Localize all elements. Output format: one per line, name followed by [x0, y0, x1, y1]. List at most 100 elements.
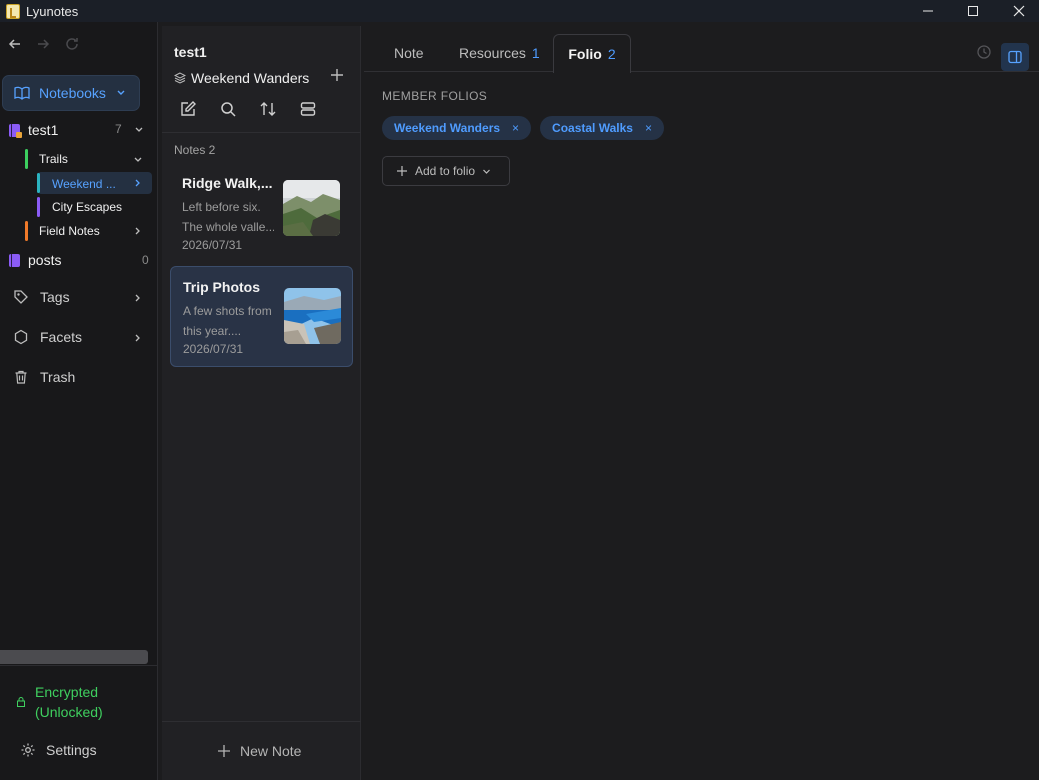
- book-open-icon: [14, 86, 30, 100]
- maximize-icon: [968, 6, 978, 16]
- tab-count: 2: [607, 46, 616, 62]
- sidebar-item-trash[interactable]: Trash: [12, 369, 75, 385]
- tree-item-label: posts: [28, 252, 62, 268]
- sidebar-item-label: Tags: [40, 289, 70, 305]
- section-heading: MEMBER FOLIOS: [382, 89, 488, 103]
- edit-icon[interactable]: [179, 100, 197, 118]
- tree-item-label: Weekend ...: [52, 177, 116, 191]
- refresh-icon[interactable]: [64, 36, 80, 52]
- title-bar: Lyunotes: [0, 0, 1039, 22]
- folio-color-bar: [37, 197, 40, 217]
- chevron-right-icon[interactable]: [134, 333, 142, 343]
- sort-icon[interactable]: [259, 100, 277, 118]
- minimize-icon: [923, 10, 933, 12]
- chevron-down-icon: [483, 169, 490, 174]
- remove-chip-icon[interactable]: ×: [512, 121, 519, 135]
- tree-item-city-escapes[interactable]: City Escapes: [52, 200, 122, 214]
- forward-arrow-icon[interactable]: [36, 37, 50, 51]
- tab-resources[interactable]: Resources 1: [459, 34, 540, 72]
- sidebar-item-tags[interactable]: Tags: [12, 289, 70, 305]
- layers-icon: [174, 72, 186, 84]
- note-snippet-line: The whole valle...: [182, 220, 274, 234]
- divider: [162, 132, 361, 133]
- note-count: 7: [115, 122, 122, 136]
- tag-icon: [14, 290, 28, 304]
- main-panel: Note Resources 1 Folio 2 MEMBER FOLIOS W…: [364, 26, 1039, 780]
- encryption-status-line2: (Unlocked): [35, 704, 103, 720]
- sidebar-item-facets[interactable]: Facets: [12, 329, 82, 345]
- note-snippet: A few shots from this year....: [183, 301, 275, 341]
- folio-chip[interactable]: Weekend Wanders ×: [382, 116, 532, 140]
- add-folio-plus-icon[interactable]: [330, 68, 344, 82]
- remove-chip-icon[interactable]: ×: [645, 121, 652, 135]
- chevron-right-icon[interactable]: [134, 293, 142, 303]
- toggle-panel-button[interactable]: [1001, 43, 1029, 71]
- note-card[interactable]: Ridge Walk,... Left before six. The whol…: [170, 163, 353, 264]
- tab-folio[interactable]: Folio 2: [553, 34, 631, 73]
- chevron-down-icon: [117, 90, 125, 95]
- tree-item-trails[interactable]: Trails: [39, 152, 68, 166]
- tab-label: Folio: [568, 46, 602, 62]
- history-icon[interactable]: [976, 44, 992, 60]
- chevron-right-icon[interactable]: [134, 178, 142, 188]
- history-nav: [8, 36, 80, 52]
- close-icon: [1013, 5, 1025, 17]
- chevron-down-icon[interactable]: [134, 125, 144, 135]
- close-button[interactable]: [996, 0, 1039, 22]
- note-snippet-line: A few shots from: [183, 304, 272, 318]
- tree-item-label: Trails: [39, 152, 68, 166]
- note-date: 2026/07/31: [183, 342, 244, 356]
- back-arrow-icon[interactable]: [8, 37, 22, 51]
- lock-badge-icon: [16, 131, 22, 138]
- gear-icon: [21, 743, 35, 757]
- sidebar-scrollbar[interactable]: [0, 650, 148, 664]
- note-list-toolbar: [179, 100, 317, 118]
- tree-item-weekend[interactable]: Weekend ...: [52, 177, 116, 191]
- fjord-landscape-image: [284, 288, 341, 344]
- current-folio[interactable]: Weekend Wanders: [174, 70, 309, 86]
- chevron-right-icon[interactable]: [134, 226, 142, 236]
- window-title: Lyunotes: [26, 3, 79, 19]
- maximize-button[interactable]: [950, 0, 996, 22]
- notes-count: Notes 2: [174, 143, 216, 157]
- mountain-landscape-image: [283, 180, 340, 236]
- settings-button[interactable]: Settings: [20, 742, 97, 758]
- tree-item-label: Field Notes: [39, 224, 100, 238]
- new-note-button[interactable]: New Note: [218, 743, 301, 759]
- view-toggle-icon[interactable]: [299, 100, 317, 118]
- folio-chip[interactable]: Coastal Walks ×: [540, 116, 664, 140]
- minimize-button[interactable]: [905, 0, 951, 22]
- folio-chip-label: Weekend Wanders: [394, 121, 501, 135]
- chevron-down-icon[interactable]: [133, 155, 143, 165]
- plus-icon: [397, 166, 407, 176]
- hexagon-icon: [14, 329, 28, 345]
- encryption-status-line1: Encrypted: [35, 684, 99, 700]
- tree-item-field-notes[interactable]: Field Notes: [39, 224, 100, 238]
- divider: [162, 721, 361, 722]
- add-to-folio-button[interactable]: Add to folio: [382, 156, 510, 186]
- folio-chip-list: Weekend Wanders × Coastal Walks ×: [382, 116, 664, 140]
- notebook-title: test1: [174, 44, 207, 60]
- add-to-folio-label: Add to folio: [415, 164, 476, 178]
- note-snippet-line: this year....: [183, 324, 242, 338]
- tree-item-posts[interactable]: posts: [9, 252, 61, 268]
- tab-note[interactable]: Note: [394, 34, 424, 72]
- tab-count: 1: [531, 45, 540, 61]
- note-thumbnail: [284, 288, 341, 344]
- note-date: 2026/07/31: [182, 238, 243, 252]
- note-title: Trip Photos: [183, 279, 260, 295]
- tree-item-test1[interactable]: test1: [9, 122, 58, 138]
- sidebar-item-label: Facets: [40, 329, 83, 345]
- note-title: Ridge Walk,...: [182, 175, 273, 191]
- new-note-label: New Note: [240, 743, 302, 759]
- sidebar-item-label: Trash: [40, 369, 76, 385]
- notebooks-button[interactable]: Notebooks: [2, 75, 140, 111]
- folio-color-bar: [25, 149, 28, 169]
- encryption-status[interactable]: Encrypted (Unlocked): [17, 682, 103, 722]
- note-card-selected[interactable]: Trip Photos A few shots from this year..…: [170, 266, 353, 367]
- search-icon[interactable]: [219, 100, 237, 118]
- notebook-icon: [9, 123, 22, 138]
- tree-item-label: test1: [28, 122, 59, 138]
- lock-icon: [17, 697, 25, 707]
- trash-icon: [15, 370, 27, 384]
